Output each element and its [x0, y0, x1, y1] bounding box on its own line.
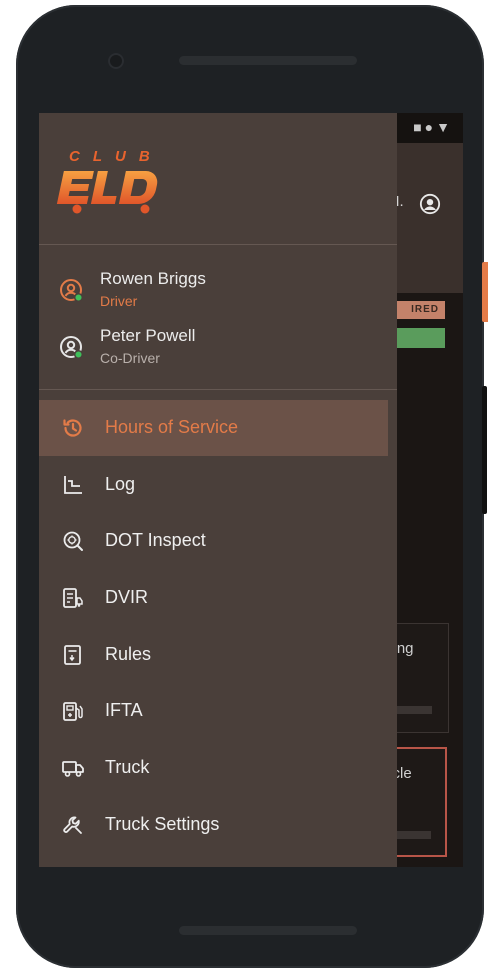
menu-item-ifta[interactable]: IFTA [39, 683, 388, 739]
menu-item-truck[interactable]: Truck [39, 740, 388, 796]
clock-history-icon [63, 419, 82, 437]
co-driver-role: Co-Driver [100, 350, 160, 366]
menu-item-hours-of-service[interactable]: Hours of Service [39, 400, 388, 456]
driver-avatar-icon [60, 279, 84, 303]
drawer-divider [39, 389, 397, 390]
truck-icon [62, 761, 84, 777]
co-driver-avatar-icon [60, 336, 84, 360]
rules-document-icon [64, 645, 81, 665]
drawer-divider [39, 244, 397, 245]
speaker-grille [179, 56, 357, 65]
log-chart-icon [64, 476, 82, 494]
driver-role: Driver [100, 293, 138, 309]
driver-name: Rowen Briggs [100, 269, 206, 288]
menu-label: Truck [105, 757, 150, 777]
user-driver[interactable]: Rowen Briggs Driver [59, 269, 379, 315]
account-icon[interactable] [419, 193, 441, 215]
status-icons: ■●▼ [413, 119, 453, 135]
menu-item-rules[interactable]: Rules [39, 627, 388, 683]
navigation-drawer: CLUB Rowen Briggs Driver Peter Powell Co… [39, 113, 397, 867]
menu-label: DOT Inspect [105, 530, 206, 550]
menu-label: Rules [105, 644, 152, 664]
volume-button [482, 262, 488, 322]
logo-club-text: CLUB [69, 148, 163, 165]
menu-label: Log [105, 474, 136, 494]
inspect-search-icon [63, 531, 83, 551]
bottom-speaker-grille [179, 926, 357, 935]
menu-label: Hours of Service [105, 417, 239, 437]
screen: ■●▼ M. IRED ving ycle CLUB [39, 113, 463, 867]
menu-item-dvir[interactable]: DVIR [39, 570, 388, 626]
club-eld-logo: CLUB [56, 148, 163, 214]
camera-icon [108, 53, 124, 69]
fuel-pump-icon [63, 702, 83, 721]
menu-label: Truck Settings [105, 814, 220, 834]
wrench-icon [63, 816, 82, 834]
user-co-driver[interactable]: Peter Powell Co-Driver [59, 326, 379, 372]
menu-item-log[interactable]: Log [39, 457, 388, 513]
co-driver-name: Peter Powell [100, 326, 196, 345]
menu-label: IFTA [105, 700, 143, 720]
power-button [482, 386, 487, 514]
menu-item-dot-inspect[interactable]: DOT Inspect [39, 513, 388, 569]
menu-item-truck-settings[interactable]: Truck Settings [39, 797, 388, 853]
menu-label: DVIR [105, 587, 149, 607]
clipboard-truck-icon [63, 588, 83, 608]
